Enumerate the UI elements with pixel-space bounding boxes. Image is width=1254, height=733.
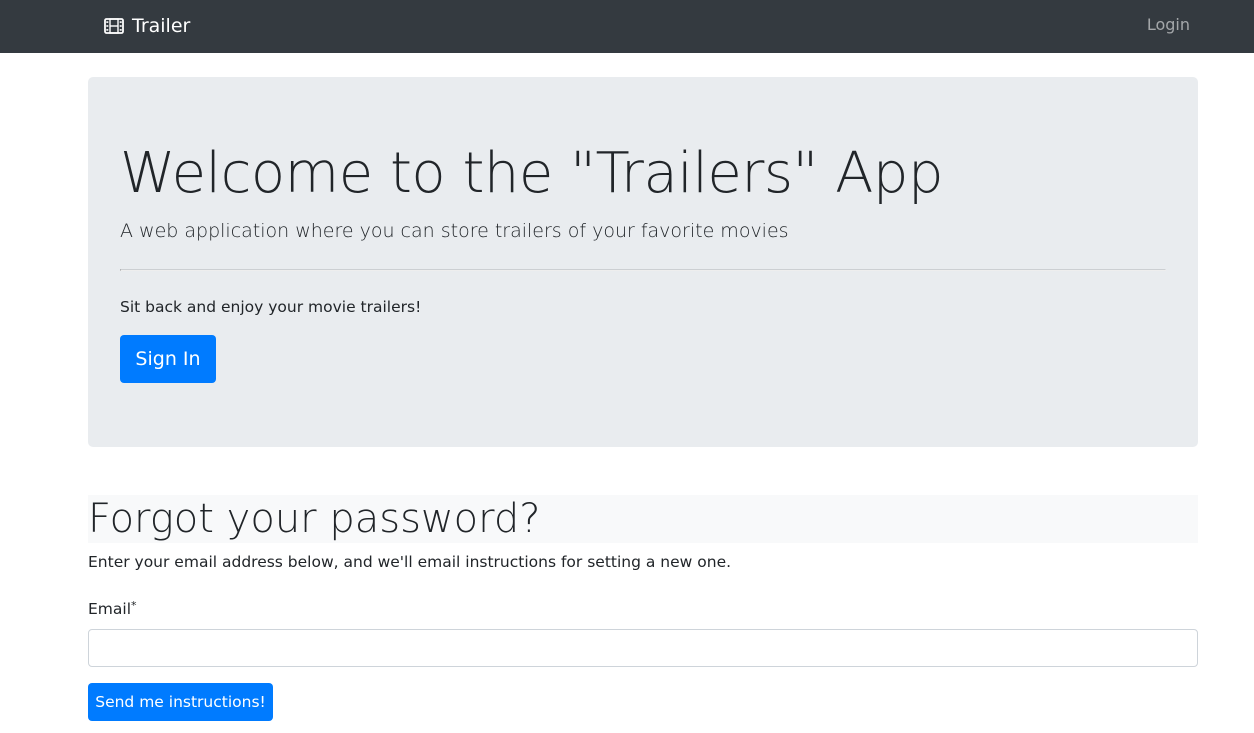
- brand-label: Trailer: [132, 15, 191, 37]
- welcome-title: Welcome to the "Trailers" App: [120, 141, 943, 206]
- send-instructions-button[interactable]: Send me instructions!: [88, 683, 273, 721]
- sign-in-button[interactable]: Sign In: [120, 335, 216, 383]
- welcome-text: Sit back and enjoy your movie trailers!: [120, 298, 422, 316]
- forgot-password-header: Forgot your password?: [88, 495, 1198, 543]
- film-icon: [104, 18, 124, 34]
- forgot-password-title: Forgot your password?: [88, 496, 541, 542]
- welcome-lead: A web application where you can store tr…: [120, 220, 789, 242]
- welcome-jumbotron: Welcome to the "Trailers" App A web appl…: [88, 77, 1198, 447]
- email-label-text: Email: [88, 600, 132, 618]
- top-navbar: Trailer Login: [0, 0, 1254, 53]
- nav-login-link[interactable]: Login: [1147, 14, 1190, 36]
- email-label: Email*: [88, 598, 137, 620]
- forgot-password-description: Enter your email address below, and we'l…: [88, 553, 732, 571]
- jumbotron-divider: [120, 269, 1166, 271]
- email-input[interactable]: [88, 629, 1198, 667]
- brand-link[interactable]: Trailer: [104, 13, 190, 39]
- required-mark: *: [131, 599, 137, 612]
